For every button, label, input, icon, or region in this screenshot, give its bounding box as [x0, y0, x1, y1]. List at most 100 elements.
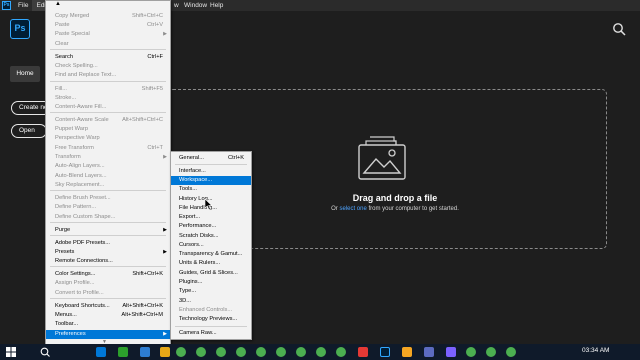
windows-start-icon[interactable] — [6, 347, 16, 357]
submenu-arrow-icon: ▶ — [163, 249, 167, 255]
menu-item-remote-connections[interactable]: Remote Connections... — [46, 257, 170, 266]
menu-item-define-pattern[interactable]: Define Pattern... — [46, 203, 170, 212]
menu-item-preferences[interactable]: Preferences ▶ — [46, 330, 170, 339]
menu-item-convert-to-profile[interactable]: Convert to Profile... — [46, 289, 170, 298]
menu-item-perspective-warp[interactable]: Perspective Warp — [46, 134, 170, 143]
menu-separator — [50, 235, 166, 236]
menu-item-free-transform[interactable]: Free Transform Ctrl+T — [46, 144, 170, 153]
search-icon[interactable] — [612, 22, 626, 36]
menu-item-auto-align-layers[interactable]: Auto-Align Layers... — [46, 162, 170, 171]
menu-item-find-and-replace-text[interactable]: Find and Replace Text... — [46, 71, 170, 80]
chrome-icon[interactable] — [196, 347, 206, 357]
menu-item-label: Content-Aware Scale — [55, 117, 109, 123]
chrome-icon[interactable] — [276, 347, 286, 357]
chrome-icon[interactable] — [506, 347, 516, 357]
menu-item-keyboard-shortcuts[interactable]: Keyboard Shortcuts... Alt+Shift+Ctrl+K — [46, 302, 170, 311]
taskbar-app-icon[interactable] — [96, 347, 106, 357]
menu-item-label: Copy Merged — [55, 13, 90, 19]
menu-item-puppet-warp[interactable]: Puppet Warp — [46, 125, 170, 134]
menu-item-copy-merged[interactable]: Copy Merged Shift+Ctrl+C — [46, 12, 170, 21]
menu-item-label: Workspace... — [179, 177, 213, 183]
menu-item-paste-special[interactable]: Paste Special ▶ — [46, 30, 170, 39]
menu-item-label: Guides, Grid & Slices... — [179, 270, 238, 276]
menu-item-label: Define Brush Preset... — [55, 195, 111, 201]
pref-item-3d[interactable]: 3D... — [171, 297, 251, 306]
menu-item-auto-blend-layers[interactable]: Auto-Blend Layers... — [46, 172, 170, 181]
menu-item-label: Perspective Warp — [55, 135, 100, 141]
menu-item-shortcut: Ctrl+F — [147, 54, 163, 60]
menu-item-define-brush-preset[interactable]: Define Brush Preset... — [46, 194, 170, 203]
taskbar-app-icon[interactable] — [402, 347, 412, 357]
chrome-icon[interactable] — [256, 347, 266, 357]
menu-item-label: Performance... — [179, 223, 217, 229]
taskbar-app-icon[interactable] — [424, 347, 434, 357]
photoshop-mini-icon: Ps — [2, 1, 11, 10]
menu-item-presets[interactable]: Presets ▶ — [46, 248, 170, 257]
menu-item-assign-profile[interactable]: Assign Profile... — [46, 279, 170, 288]
pref-item-camera-raw[interactable]: Camera Raw... — [171, 329, 251, 338]
pref-item-transparency-gamut[interactable]: Transparency & Gamut... — [171, 250, 251, 259]
menu-item-fill[interactable]: Fill... Shift+F5 — [46, 85, 170, 94]
menu-item-stroke[interactable]: Stroke... — [46, 94, 170, 103]
pref-item-enhanced-controls[interactable]: Enhanced Controls... — [171, 306, 251, 315]
menu-item-transform[interactable]: Transform ▶ — [46, 153, 170, 162]
scroll-up-arrow[interactable]: ▲ — [55, 1, 61, 7]
chrome-icon[interactable] — [176, 347, 186, 357]
menu-item-content-aware-scale[interactable]: Content-Aware Scale Alt+Shift+Ctrl+C — [46, 116, 170, 125]
pref-item-type[interactable]: Type... — [171, 287, 251, 296]
menu-item-color-settings[interactable]: Color Settings... Shift+Ctrl+K — [46, 270, 170, 279]
menu-item-adobe-pdf-presets[interactable]: Adobe PDF Presets... — [46, 239, 170, 248]
folder-icon[interactable] — [160, 347, 170, 357]
chrome-icon[interactable] — [316, 347, 326, 357]
menu-item-sky-replacement[interactable]: Sky Replacement... — [46, 181, 170, 190]
menu-help[interactable]: Help — [206, 0, 227, 11]
chrome-icon[interactable] — [466, 347, 476, 357]
taskbar-search-icon[interactable] — [40, 347, 50, 357]
menu-separator — [50, 298, 166, 299]
menu-separator — [50, 266, 166, 267]
menu-item-label: Paste Special — [55, 31, 90, 37]
chrome-icon[interactable] — [236, 347, 246, 357]
pref-item-performance[interactable]: Performance... — [171, 222, 251, 231]
menu-item-content-aware-fill[interactable]: Content-Aware Fill... — [46, 103, 170, 112]
menu-file[interactable]: File — [14, 0, 32, 11]
menu-item-menus[interactable]: Menus... Alt+Shift+Ctrl+M — [46, 311, 170, 320]
menu-item-purge[interactable]: Purge ▶ — [46, 226, 170, 235]
taskbar-app-icon[interactable] — [358, 347, 368, 357]
pref-item-plugins[interactable]: Plugins... — [171, 278, 251, 287]
taskbar-app-icon[interactable] — [118, 347, 128, 357]
home-tab[interactable]: Home — [10, 66, 40, 82]
menu-item-label: General... — [179, 155, 204, 161]
menu-item-define-custom-shape[interactable]: Define Custom Shape... — [46, 213, 170, 222]
select-file-link[interactable]: select one — [339, 206, 366, 212]
menu-item-label: Purge — [55, 227, 71, 233]
chrome-icon[interactable] — [336, 347, 346, 357]
open-button[interactable]: Open — [11, 124, 47, 138]
menu-item-paste[interactable]: Paste Ctrl+V — [46, 21, 170, 30]
pref-item-guides-grid-slices[interactable]: Guides, Grid & Slices... — [171, 269, 251, 278]
pref-item-scratch-disks[interactable]: Scratch Disks... — [171, 232, 251, 241]
edit-menu: ▲ ▼ Copy Merged Shift+Ctrl+C Paste Ctrl+V Pa… — [45, 0, 171, 345]
menu-item-label: Presets — [55, 249, 75, 255]
pref-item-workspace[interactable]: Workspace... — [171, 176, 251, 185]
pref-item-cursors[interactable]: Cursors... — [171, 241, 251, 250]
pref-item-units-rulers[interactable]: Units & Rulers... — [171, 259, 251, 268]
menu-item-check-spelling[interactable]: Check Spelling... — [46, 62, 170, 71]
pref-item-export[interactable]: Export... — [171, 213, 251, 222]
pref-item-technology-previews[interactable]: Technology Previews... — [171, 315, 251, 324]
menu-item-label: Auto-Align Layers... — [55, 163, 105, 169]
pref-item-interface[interactable]: Interface... — [171, 167, 251, 176]
menu-item-clear[interactable]: Clear — [46, 40, 170, 49]
menu-item-label: Auto-Blend Layers... — [55, 173, 107, 179]
menu-item-search[interactable]: Search Ctrl+F — [46, 53, 170, 62]
taskbar-app-icon[interactable] — [140, 347, 150, 357]
chrome-icon[interactable] — [296, 347, 306, 357]
menu-item-toolbar[interactable]: Toolbar... — [46, 320, 170, 329]
menu-item-label: Define Pattern... — [55, 204, 97, 210]
pref-item-general[interactable]: General... Ctrl+K — [171, 154, 251, 163]
photoshop-taskbar-icon[interactable] — [380, 347, 390, 357]
pref-item-tools[interactable]: Tools... — [171, 185, 251, 194]
chrome-icon[interactable] — [216, 347, 226, 357]
chrome-icon[interactable] — [486, 347, 496, 357]
taskbar-app-icon[interactable] — [446, 347, 456, 357]
